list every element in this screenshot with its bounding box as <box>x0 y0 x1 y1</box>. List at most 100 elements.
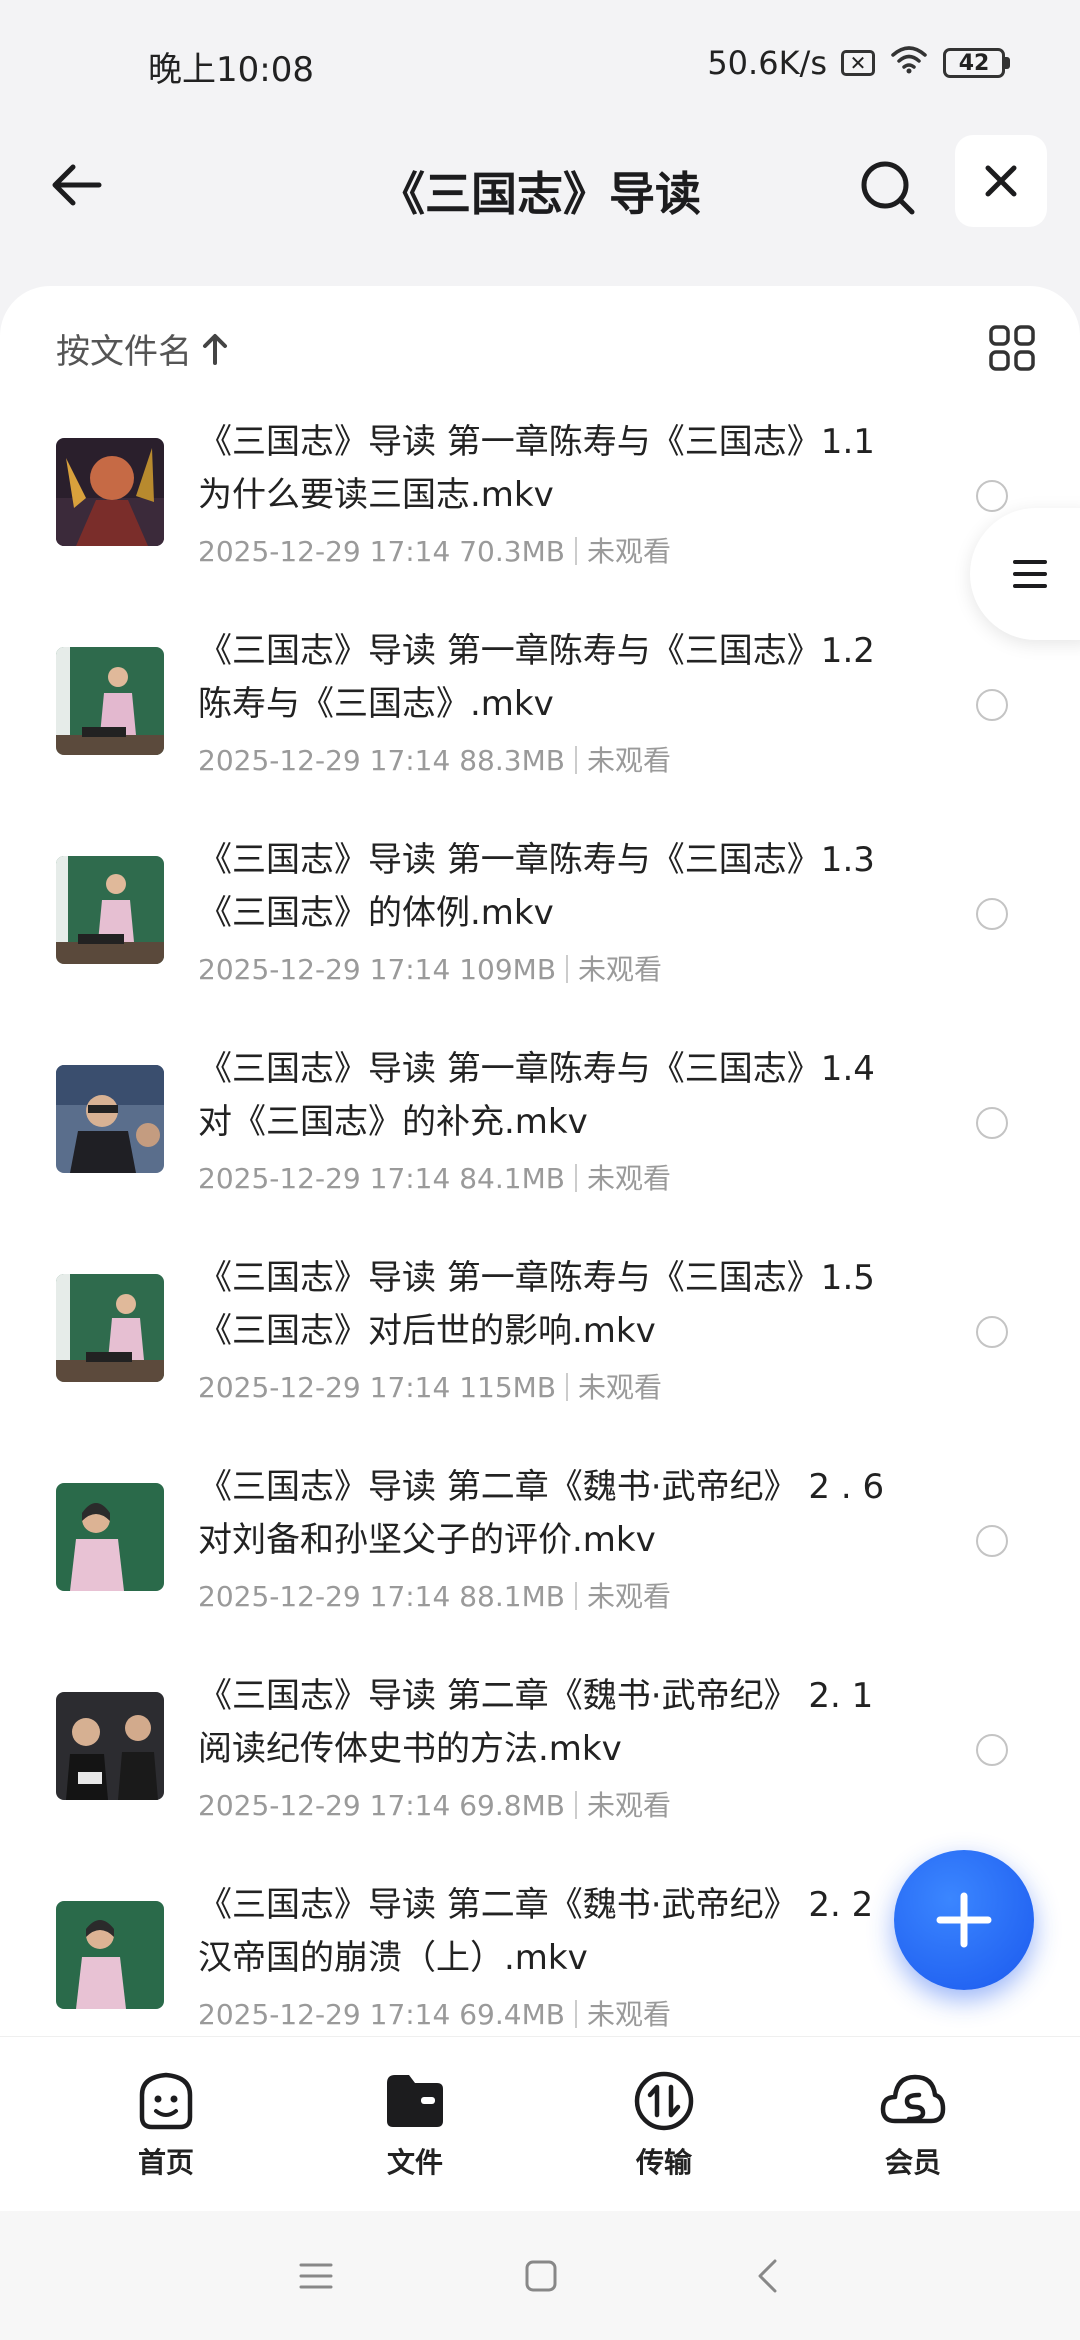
list-item[interactable]: 《三国志》导读 第一章陈寿与《三国志》1.1为什么要读三国志.mkv 2025-… <box>0 416 1080 625</box>
list-item[interactable]: 《三国志》导读 第一章陈寿与《三国志》1.3《三国志》的体例.mkv 2025-… <box>0 834 1080 1043</box>
header-bar: 《三国志》导读 <box>0 130 1080 240</box>
home-face-icon <box>139 2072 193 2130</box>
nav-transfer-label: 传输 <box>635 2146 692 2179</box>
file-name: 《三国志》导读 第一章陈寿与《三国志》1.4对《三国志》的补充.mkv <box>198 1049 875 1142</box>
video-thumbnail <box>56 1483 164 1591</box>
file-date: 2025-12-29 17:14 <box>198 535 451 568</box>
file-meta: 2025-12-29 17:14 115MB 未观看 <box>198 1366 662 1406</box>
file-size: 115MB <box>459 1371 557 1404</box>
watch-status: 未观看 <box>586 1580 671 1613</box>
battery-icon: 42 <box>943 48 1010 78</box>
add-button[interactable] <box>894 1850 1034 1990</box>
file-date: 2025-12-29 17:14 <box>198 744 451 777</box>
close-icon <box>985 165 1017 197</box>
menu-lines-icon <box>299 2263 333 2289</box>
network-speed: 50.6K/s <box>707 44 827 82</box>
file-meta: 2025-12-29 17:14 69.4MB 未观看 <box>198 1993 671 2033</box>
nav-vip[interactable]: 会员 <box>843 2069 983 2181</box>
select-radio[interactable] <box>976 480 1008 512</box>
search-icon <box>861 161 915 215</box>
nav-home[interactable]: 首页 <box>96 2069 236 2181</box>
file-size: 69.8MB <box>459 1789 565 1822</box>
file-name: 《三国志》导读 第一章陈寿与《三国志》1.2陈寿与《三国志》.mkv <box>198 631 875 724</box>
select-radio[interactable] <box>976 1525 1008 1557</box>
status-time: 晚上10:08 <box>148 50 314 90</box>
video-thumbnail <box>56 1065 164 1173</box>
select-radio[interactable] <box>976 898 1008 930</box>
home-button[interactable] <box>516 2251 566 2301</box>
file-size: 84.1MB <box>459 1162 565 1195</box>
nav-files-label: 文件 <box>386 2146 443 2179</box>
file-meta: 2025-12-29 17:14 88.3MB 未观看 <box>198 739 671 779</box>
list-item[interactable]: 《三国志》导读 第一章陈寿与《三国志》1.4对《三国志》的补充.mkv 2025… <box>0 1043 1080 1252</box>
video-thumbnail <box>56 1692 164 1800</box>
status-icons: 50.6K/s ✕ 42 <box>707 44 1010 82</box>
file-browser: 按文件名 《三国志》导读 第一章陈寿与《三国志》1.1为什么要读三国志.mkv … <box>0 286 1080 2036</box>
sort-label: 按文件名 <box>56 332 192 372</box>
file-size: 69.4MB <box>459 1998 565 2031</box>
sort-toggle[interactable]: 按文件名 <box>56 324 228 373</box>
arrow-up-icon <box>203 333 227 365</box>
file-meta: 2025-12-29 17:14 88.1MB 未观看 <box>198 1575 671 1615</box>
bottom-nav: 首页 文件 传输 会员 <box>0 2036 1080 2211</box>
select-radio[interactable] <box>976 689 1008 721</box>
select-radio[interactable] <box>976 1316 1008 1348</box>
file-name: 《三国志》导读 第一章陈寿与《三国志》1.3《三国志》的体例.mkv <box>198 840 875 933</box>
file-date: 2025-12-29 17:14 <box>198 1580 451 1613</box>
chevron-left-icon <box>758 2259 777 2293</box>
file-name: 《三国志》导读 第二章《魏书·武帝纪》 2. 1阅读纪传体史书的方法.mkv <box>198 1676 874 1769</box>
grid-icon <box>989 325 1035 371</box>
video-thumbnail <box>56 647 164 755</box>
battery-level: 42 <box>943 48 1005 78</box>
file-name: 《三国志》导读 第二章《魏书·武帝纪》 2 . 6对刘备和孙坚父子的评价.mkv <box>198 1467 885 1560</box>
file-name: 《三国志》导读 第一章陈寿与《三国志》1.5《三国志》对后世的影响.mkv <box>198 1258 875 1351</box>
watch-status: 未观看 <box>586 1998 671 2031</box>
recents-button[interactable] <box>291 2251 341 2301</box>
file-size: 88.3MB <box>459 744 565 777</box>
list-item[interactable]: 《三国志》导读 第一章陈寿与《三国志》1.2陈寿与《三国志》.mkv 2025-… <box>0 625 1080 834</box>
watch-status: 未观看 <box>578 953 663 986</box>
file-date: 2025-12-29 17:14 <box>198 1371 451 1404</box>
folder-icon <box>387 2075 443 2127</box>
file-date: 2025-12-29 17:14 <box>198 1998 451 2031</box>
list-item[interactable]: 《三国志》导读 第二章《魏书·武帝纪》 2. 1阅读纪传体史书的方法.mkv 2… <box>0 1670 1080 1879</box>
file-size: 70.3MB <box>459 535 565 568</box>
wifi-icon <box>889 44 929 82</box>
video-thumbnail <box>56 438 164 546</box>
close-button[interactable] <box>955 135 1047 227</box>
select-radio[interactable] <box>976 1107 1008 1139</box>
app-screen: 晚上10:08 50.6K/s ✕ 42 《三国志》导读 按文件名 《三国志》导… <box>0 0 1080 2340</box>
menu-icon <box>1013 560 1047 588</box>
watch-status: 未观看 <box>586 744 671 777</box>
watch-status: 未观看 <box>578 1371 663 1404</box>
select-radio[interactable] <box>976 1734 1008 1766</box>
nav-home-label: 首页 <box>137 2146 194 2179</box>
list-item[interactable]: 《三国志》导读 第二章《魏书·武帝纪》 2 . 6对刘备和孙坚父子的评价.mkv… <box>0 1461 1080 1670</box>
file-meta: 2025-12-29 17:14 70.3MB 未观看 <box>198 530 671 570</box>
file-meta: 2025-12-29 17:14 84.1MB 未观看 <box>198 1157 671 1197</box>
list-item[interactable]: 《三国志》导读 第一章陈寿与《三国志》1.5《三国志》对后世的影响.mkv 20… <box>0 1252 1080 1461</box>
system-nav-bar <box>0 2211 1080 2340</box>
video-thumbnail <box>56 1901 164 2009</box>
back-button[interactable] <box>40 150 110 220</box>
grid-view-button[interactable] <box>980 316 1044 380</box>
no-sim-icon: ✕ <box>841 50 875 76</box>
file-date: 2025-12-29 17:14 <box>198 1162 451 1195</box>
file-meta: 2025-12-29 17:14 109MB 未观看 <box>198 948 662 988</box>
file-size: 109MB <box>459 953 557 986</box>
status-bar: 晚上10:08 50.6K/s ✕ 42 <box>0 0 1080 120</box>
nav-transfer[interactable]: 传输 <box>594 2069 734 2181</box>
search-button[interactable] <box>850 150 926 226</box>
nav-files[interactable]: 文件 <box>345 2069 485 2181</box>
file-size: 88.1MB <box>459 1580 565 1613</box>
plus-icon <box>936 1892 992 1948</box>
file-date: 2025-12-29 17:14 <box>198 1789 451 1822</box>
video-thumbnail <box>56 1274 164 1382</box>
watch-status: 未观看 <box>586 1162 671 1195</box>
video-thumbnail <box>56 856 164 964</box>
system-back-button[interactable] <box>742 2251 792 2301</box>
file-name: 《三国志》导读 第一章陈寿与《三国志》1.1为什么要读三国志.mkv <box>198 422 875 515</box>
nav-vip-label: 会员 <box>884 2146 941 2179</box>
file-date: 2025-12-29 17:14 <box>198 953 451 986</box>
watch-status: 未观看 <box>586 535 671 568</box>
